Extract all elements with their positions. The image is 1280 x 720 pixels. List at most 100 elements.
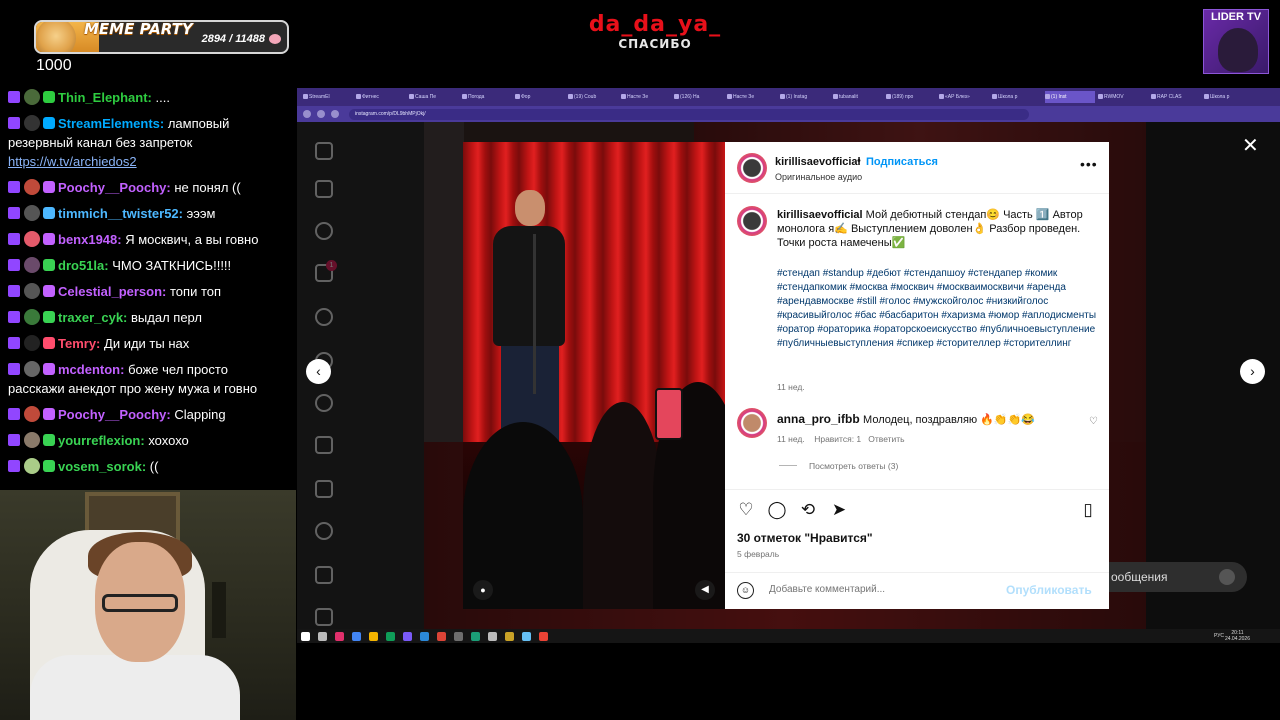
more-options-icon[interactable]: ••• [1080, 156, 1098, 172]
forward-icon[interactable] [317, 110, 325, 118]
chat-username[interactable]: Poochy__Poochy: [58, 407, 171, 422]
taskbar-app-icon[interactable] [437, 631, 446, 641]
post-date: 5 февраль [737, 549, 780, 559]
chat-username[interactable]: yourreflexion: [58, 433, 145, 448]
browser-tab[interactable]: (126) На [674, 91, 724, 103]
taskbar-app-icon[interactable] [505, 631, 514, 641]
chat-badge-icon [43, 233, 55, 245]
taskbar-app-icon[interactable] [403, 631, 412, 641]
repost-icon[interactable]: ⟲ [798, 500, 818, 520]
taskbar-app-icon[interactable] [352, 631, 361, 641]
taskbar-app-icon[interactable] [539, 631, 548, 641]
browser-tab[interactable]: StreamEl [303, 91, 353, 103]
browser-tab[interactable]: Фор [515, 91, 565, 103]
emoji-icon[interactable]: ☺ [737, 582, 754, 599]
comment-input[interactable] [769, 584, 979, 595]
follow-button[interactable]: Подписаться [866, 156, 938, 168]
likes-count[interactable]: 30 отметок "Нравится" [737, 531, 873, 545]
messages-pill[interactable]: ообщения [1087, 562, 1247, 592]
comment-username[interactable]: anna_pro_ifbb [777, 412, 860, 426]
taskbar-app-icon[interactable] [488, 631, 497, 641]
taskbar-app-icon[interactable] [454, 631, 463, 641]
doge-icon [36, 22, 76, 52]
view-replies-button[interactable]: Посмотреть ответы (3) [779, 461, 898, 471]
chat-username[interactable]: benx1948: [58, 232, 122, 247]
browser-tab[interactable]: (19) Coub [568, 91, 618, 103]
chat-badge-icon [43, 363, 55, 375]
taskbar-app-icon[interactable] [386, 631, 395, 641]
browser-tab[interactable]: Школа р [992, 91, 1042, 103]
chat-message: mcdenton: боже чел просто расскажи анекд… [0, 360, 296, 398]
browser-tab[interactable]: RAP CLAS [1151, 91, 1201, 103]
chat-avatar [24, 283, 40, 299]
sound-icon[interactable]: ◀ [695, 580, 715, 600]
browser-tab[interactable]: Погода [462, 91, 512, 103]
back-icon[interactable] [303, 110, 311, 118]
chat-avatar [24, 115, 40, 131]
like-icon[interactable]: ♡ [736, 500, 756, 520]
browser-tab-bar: StreamEl Фитнес Саша Пе Погода Фор (19) Coub Н… [297, 88, 1280, 106]
comment-icon[interactable]: ◯ [767, 500, 787, 520]
goal-count: 2894 / 11488 [201, 33, 265, 45]
taskbar-app-icon[interactable] [420, 631, 429, 641]
chat-username[interactable]: Temry: [58, 336, 100, 351]
browser-tab[interactable]: Насте Зе [621, 91, 671, 103]
close-icon[interactable]: ✕ [1242, 133, 1259, 158]
author-avatar[interactable] [737, 153, 767, 183]
chat-avatar [24, 231, 40, 247]
chat-badge-icon [43, 434, 55, 446]
post-video[interactable]: ● ◀ [463, 142, 725, 609]
chat-message: yourreflexion: хохохо [0, 431, 296, 450]
browser-tab[interactable]: Саша Пе [409, 91, 459, 103]
reload-icon[interactable] [331, 110, 339, 118]
post-hashtags[interactable]: #стендап #standup #дебют #стендапшоу #ст… [777, 267, 1097, 351]
chat-text: Я москвич, а вы говно [125, 232, 259, 247]
author-username[interactable]: kirillisaevofficial [775, 156, 861, 168]
chat-username[interactable]: traxer_cyk: [58, 310, 127, 325]
taskbar-app-icon[interactable] [335, 631, 344, 641]
browser-tab[interactable]: «АР Блез» [939, 91, 989, 103]
taskbar-search-icon[interactable] [318, 631, 327, 641]
chat-username[interactable]: dro51la: [58, 258, 109, 273]
chat-message: vosem_sorok: (( [0, 457, 296, 476]
next-post-arrow-icon[interactable]: › [1240, 359, 1265, 384]
browser-tab[interactable]: Насте Зе [727, 91, 777, 103]
chat-username[interactable]: timmich__twister52: [58, 206, 183, 221]
browser-tab[interactable]: (1) Instag [780, 91, 830, 103]
taskbar-app-icon[interactable] [369, 631, 378, 641]
original-audio-link[interactable]: Оригинальное аудио [775, 172, 862, 182]
comment-like-icon[interactable]: ♡ [1089, 416, 1098, 427]
chat-username[interactable]: Celestial_person: [58, 284, 166, 299]
browser-tab[interactable]: Фитнес [356, 91, 406, 103]
tagged-user-icon[interactable]: ● [473, 580, 493, 600]
commenter-avatar[interactable] [737, 408, 767, 438]
start-icon[interactable] [301, 631, 310, 641]
caption-username[interactable]: kirillisaevofficial [777, 209, 863, 221]
chat-link[interactable]: https://w.tv/archiedos2 [8, 154, 137, 169]
publish-button[interactable]: Опубликовать [1006, 583, 1092, 597]
browser-tab[interactable]: Школа р [1204, 91, 1254, 103]
chat-username[interactable]: StreamElements: [58, 116, 164, 131]
instagram-page: 1 ообщения ✕ ‹ › [297, 122, 1280, 629]
browser-tab[interactable]: tubanalit [833, 91, 883, 103]
chat-username[interactable]: Poochy__Poochy: [58, 180, 171, 195]
caption-author-avatar[interactable] [737, 206, 767, 236]
chat-message: Poochy__Poochy: Clapping [0, 405, 296, 424]
browser-tab[interactable]: (1) Inst [1045, 91, 1095, 103]
post-details-panel: kirillisaevofficial • Подписаться Оригин… [725, 142, 1109, 609]
previous-post-arrow-icon[interactable]: ‹ [306, 359, 331, 384]
url-field[interactable]: instagram.com/p/DL9bhMPjOkj/ [349, 108, 1029, 120]
taskbar-app-icon[interactable] [471, 631, 480, 641]
chat-username[interactable]: Thin_Elephant: [58, 90, 152, 105]
browser-tab[interactable]: RWMOV [1098, 91, 1148, 103]
language-indicator[interactable]: РУС [1214, 633, 1224, 639]
taskbar-app-icon[interactable] [522, 631, 531, 641]
save-icon[interactable]: ▯ [1078, 500, 1098, 520]
chat-username[interactable]: vosem_sorok: [58, 459, 146, 474]
share-icon[interactable]: ➤ [829, 500, 849, 520]
chat-username[interactable]: mcdenton: [58, 362, 124, 377]
comment-likes[interactable]: Нравится: 1 [814, 434, 861, 444]
reply-button[interactable]: Ответить [868, 434, 904, 444]
taskbar-clock[interactable]: 20:11 24.04.2026 [1225, 630, 1250, 642]
browser-tab[interactable]: (189) про [886, 91, 936, 103]
